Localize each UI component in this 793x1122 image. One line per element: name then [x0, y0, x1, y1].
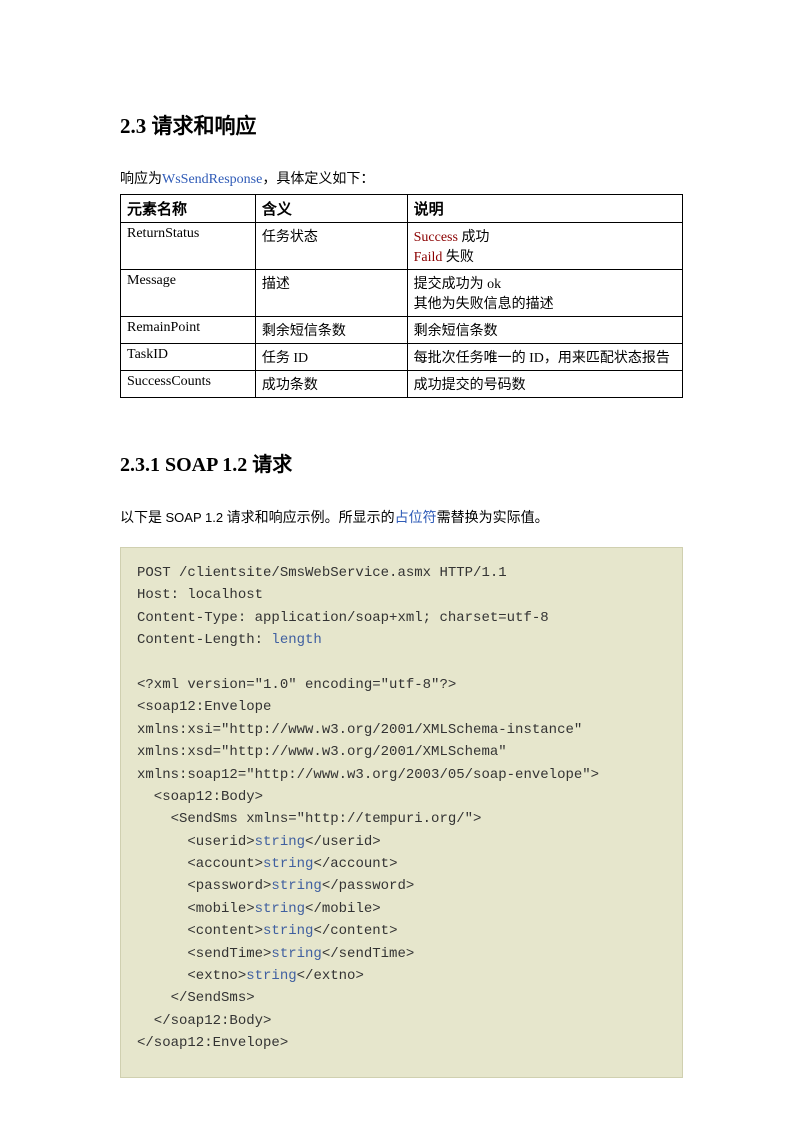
code-line: <soap12:Envelope [137, 699, 271, 715]
code-line: </account> [313, 856, 397, 872]
code-line: </SendSms> [137, 990, 255, 1006]
cell: 描述 [255, 270, 407, 317]
code-line: <account> [137, 856, 263, 872]
text: 需替换为实际值。 [437, 511, 549, 526]
cell: RemainPoint [121, 317, 256, 344]
soap-intro: 以下是 SOAP 1.2 请求和响应示例。所显示的占位符需替换为实际值。 [120, 507, 683, 527]
code-line: xmlns:soap12="http://www.w3.org/2003/05/… [137, 767, 599, 783]
code-line: <mobile> [137, 901, 255, 917]
cell: 成功提交的号码数 [407, 371, 682, 398]
placeholder-link[interactable]: 占位符 [395, 511, 437, 526]
placeholder-string: string [263, 856, 313, 872]
code-line: <?xml version="1.0" encoding="utf-8"?> [137, 677, 456, 693]
cell: 剩余短信条数 [255, 317, 407, 344]
intro-prefix: 响应为 [120, 172, 162, 187]
table-row: SuccessCounts 成功条数 成功提交的号码数 [121, 371, 683, 398]
cell: Message [121, 270, 256, 317]
code-line: <sendTime> [137, 946, 271, 962]
code-line: </soap12:Envelope> [137, 1035, 288, 1051]
intro-suffix: ，具体定义如下： [262, 172, 374, 187]
wssendresponse-link[interactable]: WsSendResponse [162, 172, 262, 187]
code-line: <content> [137, 923, 263, 939]
status-faild: Faild [414, 250, 443, 265]
cell: ReturnStatus [121, 223, 256, 270]
code-line: </soap12:Body> [137, 1013, 271, 1029]
placeholder-string: string [246, 968, 296, 984]
cell: 任务状态 [255, 223, 407, 270]
soap-request-codeblock: POST /clientsite/SmsWebService.asmx HTTP… [120, 547, 683, 1078]
code-line: <userid> [137, 834, 255, 850]
text: 失败 [442, 250, 474, 265]
placeholder-string: string [271, 878, 321, 894]
table-header-row: 元素名称 含义 说明 [121, 195, 683, 223]
placeholder-length: length [271, 632, 321, 648]
response-table: 元素名称 含义 说明 ReturnStatus 任务状态 Success 成功 … [120, 194, 683, 398]
th-meaning: 含义 [255, 195, 407, 223]
code-line: <SendSms xmlns="http://tempuri.org/"> [137, 811, 481, 827]
placeholder-string: string [255, 901, 305, 917]
table-row: Message 描述 提交成功为 ok 其他为失败信息的描述 [121, 270, 683, 317]
code-line: Content-Type: application/soap+xml; char… [137, 610, 549, 626]
cell: 提交成功为 ok 其他为失败信息的描述 [407, 270, 682, 317]
text: 成功 [458, 230, 490, 245]
code-line: <extno> [137, 968, 246, 984]
response-intro: 响应为WsSendResponse，具体定义如下： [120, 168, 683, 188]
cell: TaskID [121, 344, 256, 371]
soap-label: SOAP 1.2 [166, 510, 224, 525]
section-heading-2-3-1: 2.3.1 SOAP 1.2 请求 [120, 448, 683, 477]
text: 其他为失败信息的描述 [414, 297, 554, 312]
section-heading-2-3: 2.3 请求和响应 [120, 110, 683, 140]
code-line: <soap12:Body> [137, 789, 263, 805]
code-line: </password> [322, 878, 414, 894]
table-row: RemainPoint 剩余短信条数 剩余短信条数 [121, 317, 683, 344]
th-element: 元素名称 [121, 195, 256, 223]
th-description: 说明 [407, 195, 682, 223]
code-line: POST /clientsite/SmsWebService.asmx HTTP… [137, 565, 507, 581]
cell: Success 成功 Faild 失败 [407, 223, 682, 270]
text: 以下是 [120, 511, 166, 526]
code-line: xmlns:xsi="http://www.w3.org/2001/XMLSch… [137, 722, 582, 738]
cell: 成功条数 [255, 371, 407, 398]
status-success: Success [414, 230, 458, 245]
text: 提交成功为 ok [414, 277, 502, 292]
placeholder-string: string [255, 834, 305, 850]
code-line: <password> [137, 878, 271, 894]
code-line: Host: localhost [137, 587, 263, 603]
table-row: TaskID 任务 ID 每批次任务唯一的 ID，用来匹配状态报告 [121, 344, 683, 371]
code-line: Content-Length: [137, 632, 271, 648]
cell: 任务 ID [255, 344, 407, 371]
cell: 每批次任务唯一的 ID，用来匹配状态报告 [407, 344, 682, 371]
code-line: xmlns:xsd="http://www.w3.org/2001/XMLSch… [137, 744, 507, 760]
placeholder-string: string [263, 923, 313, 939]
cell: 剩余短信条数 [407, 317, 682, 344]
text: 请求和响应示例。所显示的 [223, 511, 395, 526]
table-row: ReturnStatus 任务状态 Success 成功 Faild 失败 [121, 223, 683, 270]
cell: SuccessCounts [121, 371, 256, 398]
placeholder-string: string [271, 946, 321, 962]
code-line: </sendTime> [322, 946, 414, 962]
code-line: </content> [313, 923, 397, 939]
code-line: </extno> [297, 968, 364, 984]
code-line: </mobile> [305, 901, 381, 917]
code-line: </userid> [305, 834, 381, 850]
